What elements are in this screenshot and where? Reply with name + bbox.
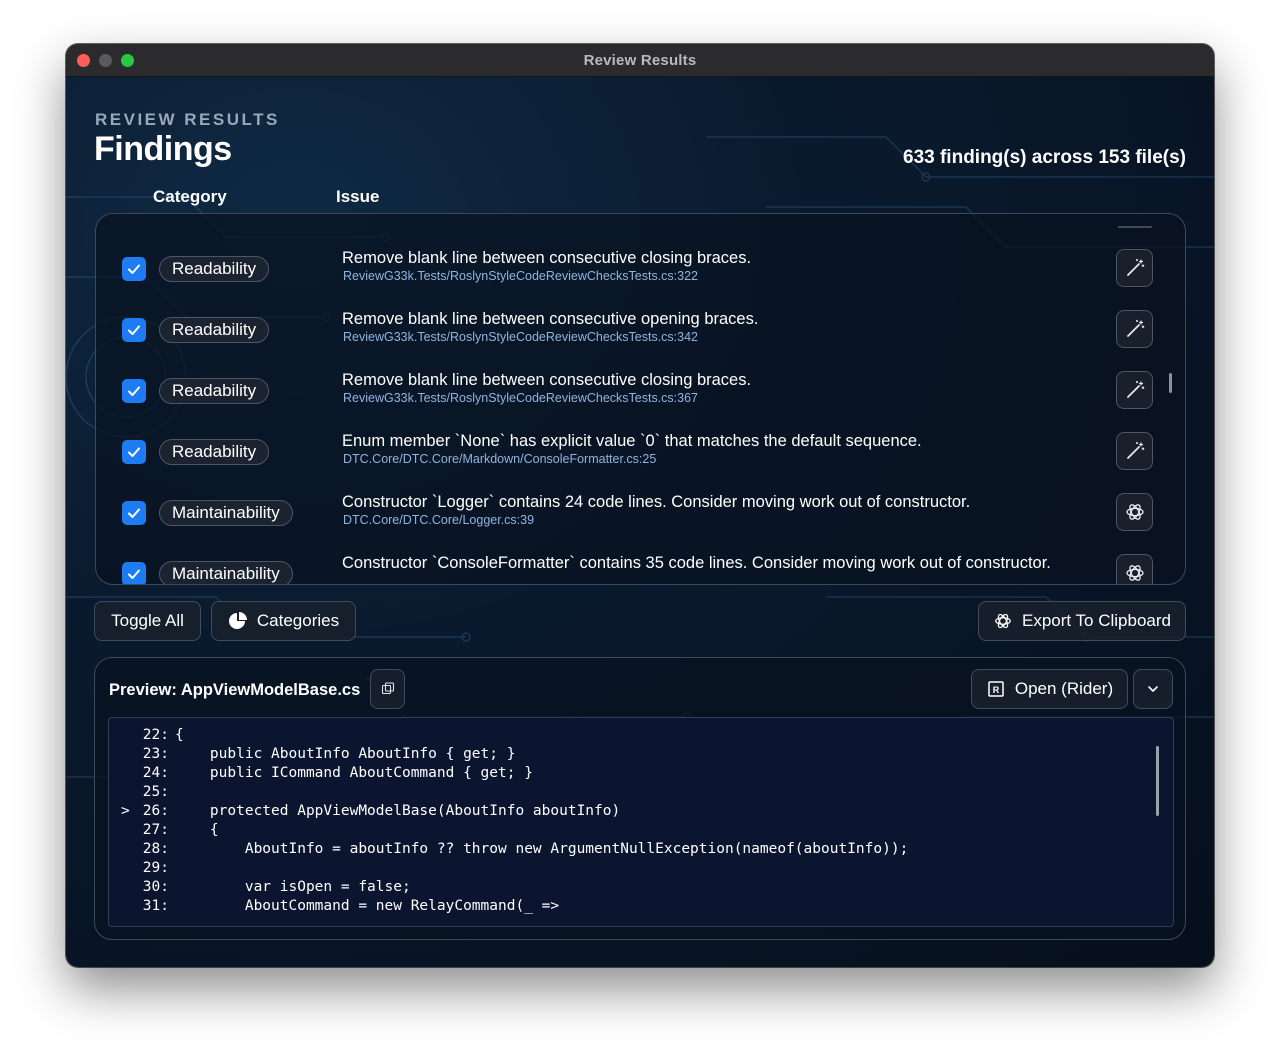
line-number: 31:	[142, 898, 169, 914]
window-title: Review Results	[583, 51, 697, 69]
line-number: 29:	[142, 860, 169, 876]
open-label: Open (Rider)	[1014, 679, 1114, 698]
toggle-all-button[interactable]: Toggle All	[94, 601, 201, 641]
line-number: 22:	[142, 727, 169, 743]
window-controls	[77, 54, 134, 67]
zoom-window-button[interactable]	[121, 54, 134, 67]
svg-text:R: R	[993, 685, 1000, 695]
code-scrollbar[interactable]	[1156, 746, 1159, 816]
line-text: var isOpen = false;	[175, 879, 411, 895]
line-text: {	[175, 727, 184, 743]
copy-path-button[interactable]	[370, 669, 405, 709]
line-text: {	[175, 822, 219, 838]
code-preview[interactable]: 22: { 23: public AboutInfo AboutInfo { ge…	[108, 717, 1174, 927]
open-in-ide-button[interactable]: R Open (Rider)	[971, 669, 1128, 709]
preview-panel: Preview: AppViewModelBase.cs R Open (Rid…	[94, 657, 1186, 940]
title-bar: Review Results	[66, 44, 1214, 77]
categories-button[interactable]: Categories	[211, 601, 356, 641]
issue-title: Constructor `ConsoleFormatter` contains …	[342, 554, 1051, 572]
issue-title: Remove blank line between consecutive cl…	[342, 371, 752, 389]
openai-icon	[995, 613, 1011, 629]
line-number: 30:	[142, 879, 169, 895]
findings-scrollbar[interactable]	[1169, 373, 1172, 393]
finding-row[interactable]: Maintainability Constructor `ConsoleForm…	[96, 519, 1185, 584]
line-number: 27:	[142, 822, 169, 838]
issue-title: Remove blank line between consecutive cl…	[342, 249, 752, 267]
rider-icon: R	[988, 681, 1004, 697]
line-text: AboutCommand = new RelayCommand(_ =>	[175, 898, 560, 914]
finding-row[interactable]: Readability Enum member `None` has expli…	[96, 397, 1185, 470]
line-number: 28:	[142, 841, 169, 857]
issue-column-header[interactable]: Issue	[336, 187, 379, 207]
pie-chart-icon	[228, 612, 247, 629]
copy-icon	[381, 682, 394, 695]
line-number: 24:	[142, 765, 169, 781]
open-options-dropdown[interactable]	[1133, 669, 1173, 709]
review-results-window: Review Results REVIEW RESULTS Findings 6…	[66, 44, 1214, 967]
finding-checkbox[interactable]	[122, 562, 146, 584]
finding-row[interactable]: Readability Remove blank line between co…	[96, 214, 1185, 287]
findings-list[interactable]: Readability Remove blank line between co…	[95, 213, 1186, 585]
line-number: 23:	[142, 746, 169, 762]
findings-summary: 633 finding(s) across 153 file(s)	[903, 147, 1186, 168]
issue-title: Remove blank line between consecutive op…	[342, 310, 759, 328]
export-label: Export To Clipboard	[1022, 611, 1171, 630]
export-to-clipboard-button[interactable]: Export To Clipboard	[978, 601, 1186, 641]
line-text: protected AppViewModelBase(AboutInfo abo…	[175, 803, 621, 819]
category-badge: Maintainability	[159, 561, 293, 584]
issue-title: Enum member `None` has explicit value `0…	[342, 432, 922, 450]
finding-row[interactable]: Readability Remove blank line between co…	[96, 336, 1185, 409]
line-number: 25:	[142, 784, 169, 800]
ai-fix-button[interactable]	[1116, 554, 1153, 584]
line-text: public ICommand AboutCommand { get; }	[175, 765, 533, 781]
category-column-header[interactable]: Category	[153, 187, 227, 207]
issue-title: Constructor `Logger` contains 24 code li…	[342, 493, 971, 511]
preview-title: Preview: AppViewModelBase.cs	[109, 681, 361, 699]
checkmark-icon	[128, 569, 140, 579]
chevron-down-icon	[1148, 686, 1158, 692]
page-title: Findings	[94, 130, 232, 168]
header-eyebrow: REVIEW RESULTS	[95, 110, 280, 129]
line-text: public AboutInfo AboutInfo { get; }	[175, 746, 516, 762]
line-number: 26:	[142, 803, 169, 819]
minimize-window-button[interactable]	[99, 54, 112, 67]
current-line-marker: >	[121, 803, 130, 819]
line-text: AboutInfo = aboutInfo ?? throw new Argum…	[175, 841, 909, 857]
close-window-button[interactable]	[77, 54, 90, 67]
openai-icon	[1125, 565, 1144, 581]
categories-label: Categories	[256, 611, 340, 630]
toggle-all-label: Toggle All	[111, 611, 184, 630]
finding-row[interactable]: Maintainability Constructor `Logger` con…	[96, 458, 1185, 531]
finding-row[interactable]: Readability Remove blank line between co…	[96, 275, 1185, 348]
